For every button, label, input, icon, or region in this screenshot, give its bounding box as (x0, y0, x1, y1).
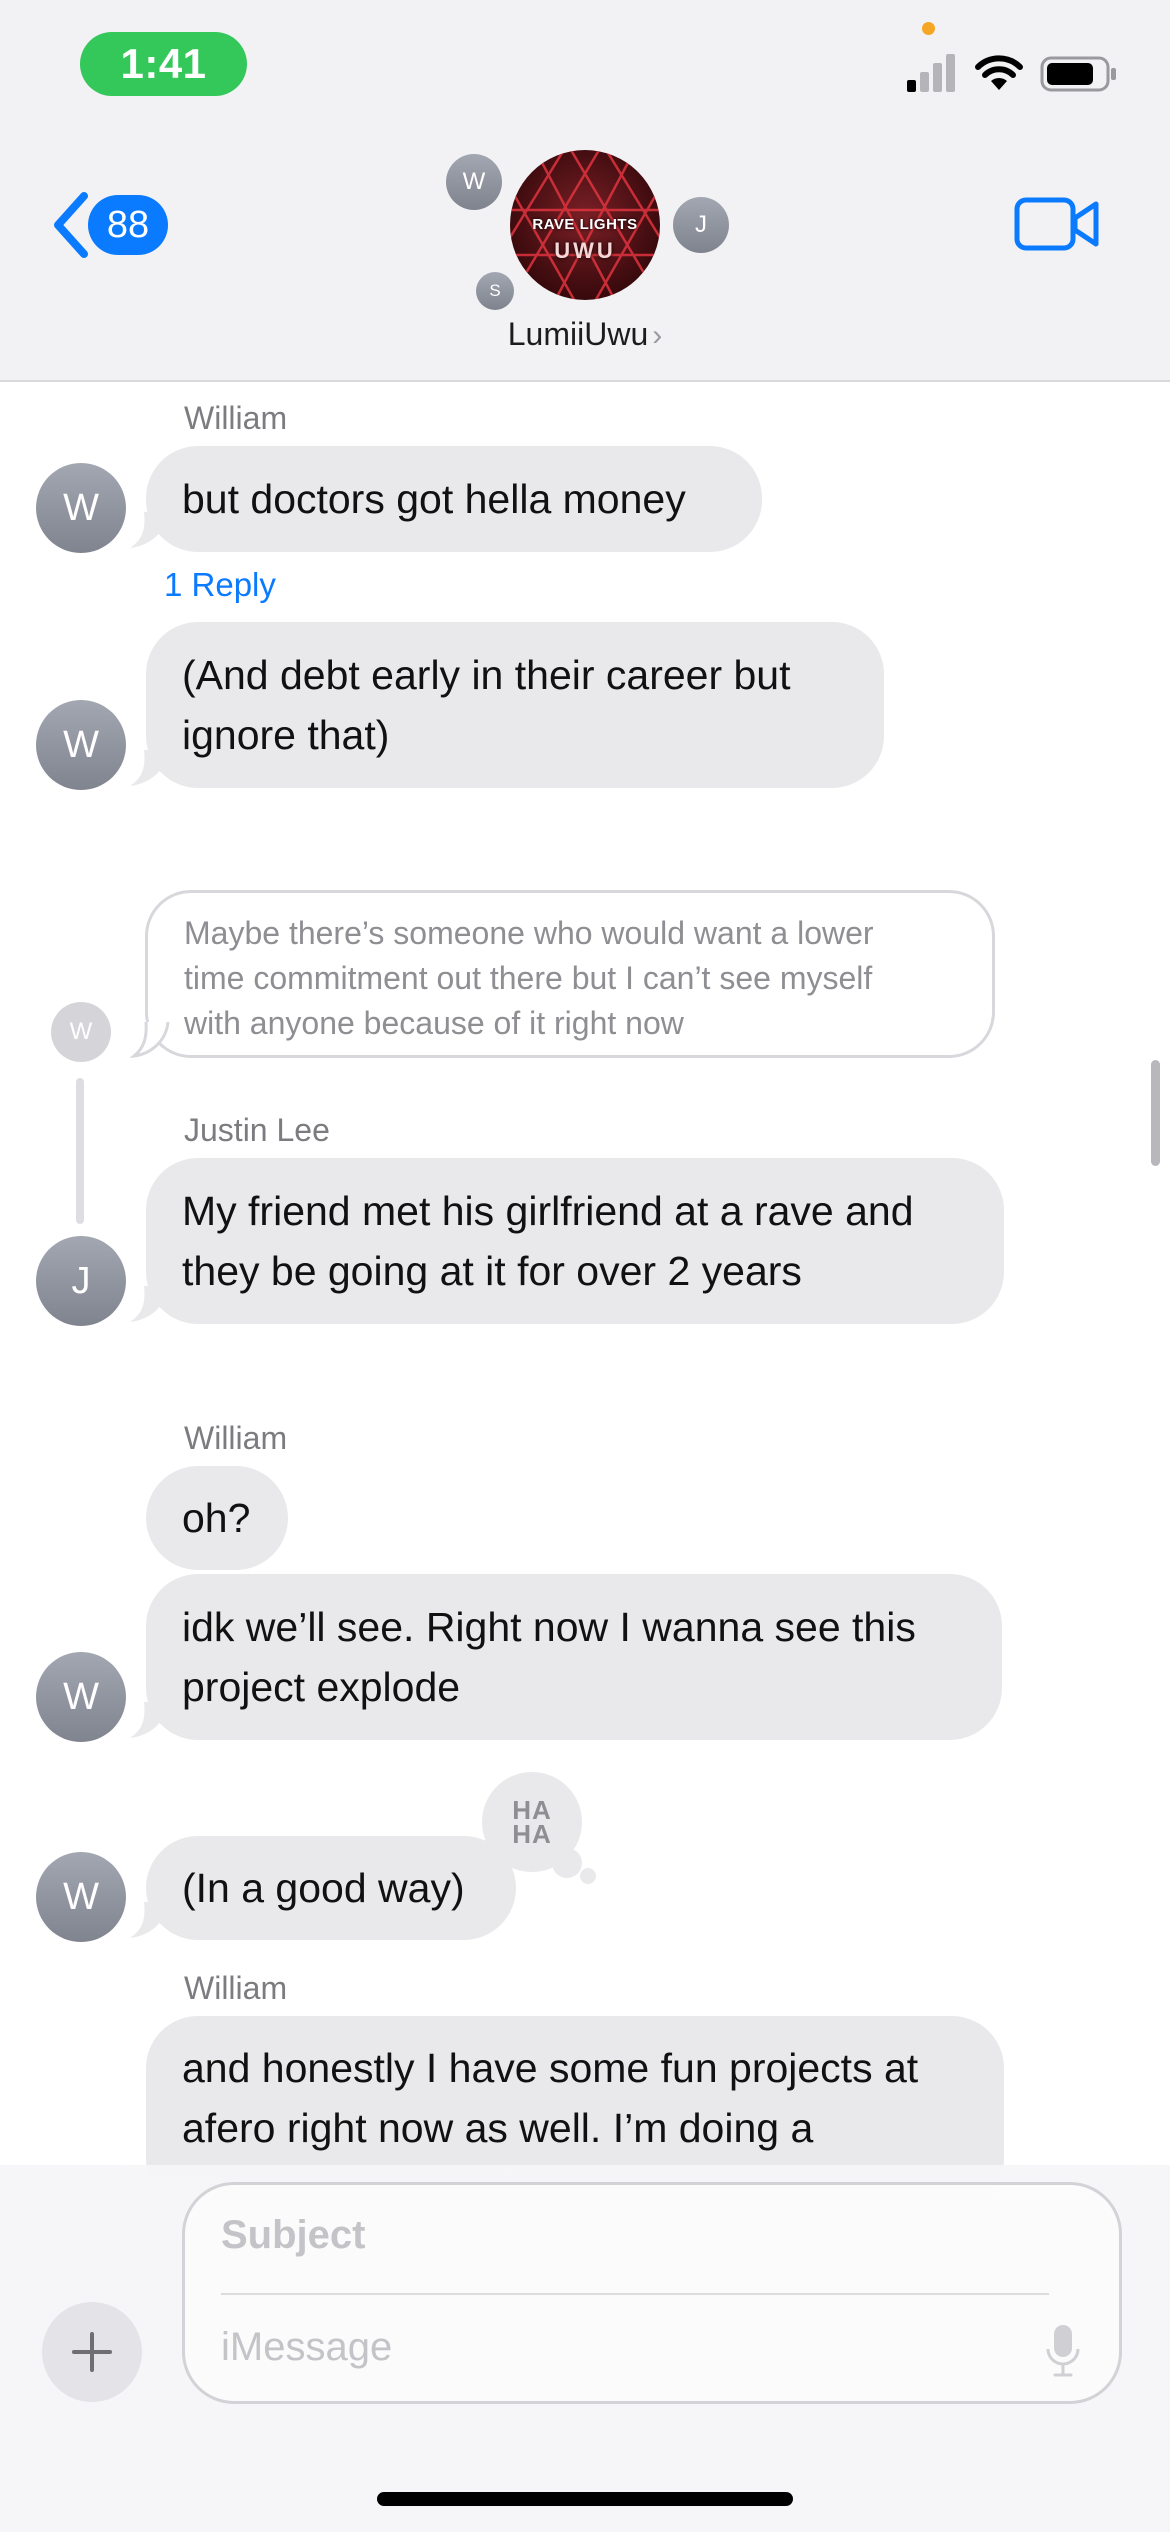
avatar[interactable]: W (36, 463, 126, 553)
tapback-bubble-dot (580, 1868, 596, 1884)
message-bubble[interactable]: My friend met his girlfriend at a rave a… (146, 1158, 1004, 1324)
subject-field[interactable]: Subject (221, 2213, 365, 2258)
sender-name: William (184, 1420, 288, 1456)
avatar[interactable]: J (36, 1236, 126, 1326)
message-bubble[interactable]: but doctors got hella money (146, 446, 762, 552)
group-name-button[interactable]: LumiiUwu › (440, 316, 730, 353)
avatar[interactable]: W (36, 700, 126, 790)
chevron-right-icon: › (652, 319, 663, 352)
member-avatar-j: J (673, 197, 729, 253)
group-avatar-title: RAVE LIGHTS (532, 216, 638, 233)
group-avatar[interactable]: RAVE LIGHTS UWU (510, 150, 660, 300)
message-bubble[interactable]: idk we’ll see. Right now I wanna see thi… (146, 1574, 1002, 1740)
plus-icon (72, 2332, 112, 2372)
message-bubble[interactable]: (And debt early in their career but ignor… (146, 622, 884, 788)
input-divider (221, 2293, 1049, 2295)
imessage-field[interactable]: iMessage (221, 2325, 392, 2370)
unread-count-badge: 88 (88, 195, 168, 255)
quoted-message-bubble[interactable]: Maybe there’s someone who would want a l… (145, 890, 995, 1058)
group-name: LumiiUwu (507, 316, 649, 352)
thread-connector-line (76, 1078, 84, 1224)
message-bubble[interactable]: (In a good way) (146, 1836, 516, 1940)
status-time: 1:41 (80, 32, 247, 96)
sender-name: William (184, 400, 288, 436)
tapback-bubble-dot (552, 1848, 582, 1878)
message-input-box[interactable]: Subject iMessage (182, 2182, 1122, 2404)
quoted-bubble-tail (130, 1022, 170, 1059)
back-button[interactable]: 88 (48, 188, 178, 262)
group-avatar-subtitle: UWU (554, 238, 616, 263)
apps-plus-button[interactable] (42, 2302, 142, 2402)
signal-icon (907, 54, 955, 92)
battery-icon (1040, 56, 1116, 92)
message-bubble[interactable]: oh? (146, 1466, 288, 1570)
scroll-indicator[interactable] (1151, 1060, 1160, 1166)
conversation-header: 1:41 88 W J S RAVE LIGHTS UWU LumiiUwu › (0, 0, 1170, 382)
sender-name: William (184, 1970, 288, 2006)
avatar[interactable]: W (36, 1852, 126, 1942)
sender-name: Justin Lee (184, 1112, 330, 1148)
member-avatar-w: W (446, 154, 502, 210)
video-call-icon[interactable] (1014, 194, 1100, 254)
wifi-icon (975, 55, 1023, 90)
quoted-avatar: W (51, 1002, 111, 1062)
avatar[interactable]: W (36, 1652, 126, 1742)
microphone-icon[interactable] (1045, 2323, 1081, 2379)
reply-count-link[interactable]: 1 Reply (164, 566, 276, 604)
privacy-indicator-dot (922, 22, 935, 35)
home-indicator (377, 2492, 793, 2506)
member-avatar-s: S (476, 272, 514, 310)
